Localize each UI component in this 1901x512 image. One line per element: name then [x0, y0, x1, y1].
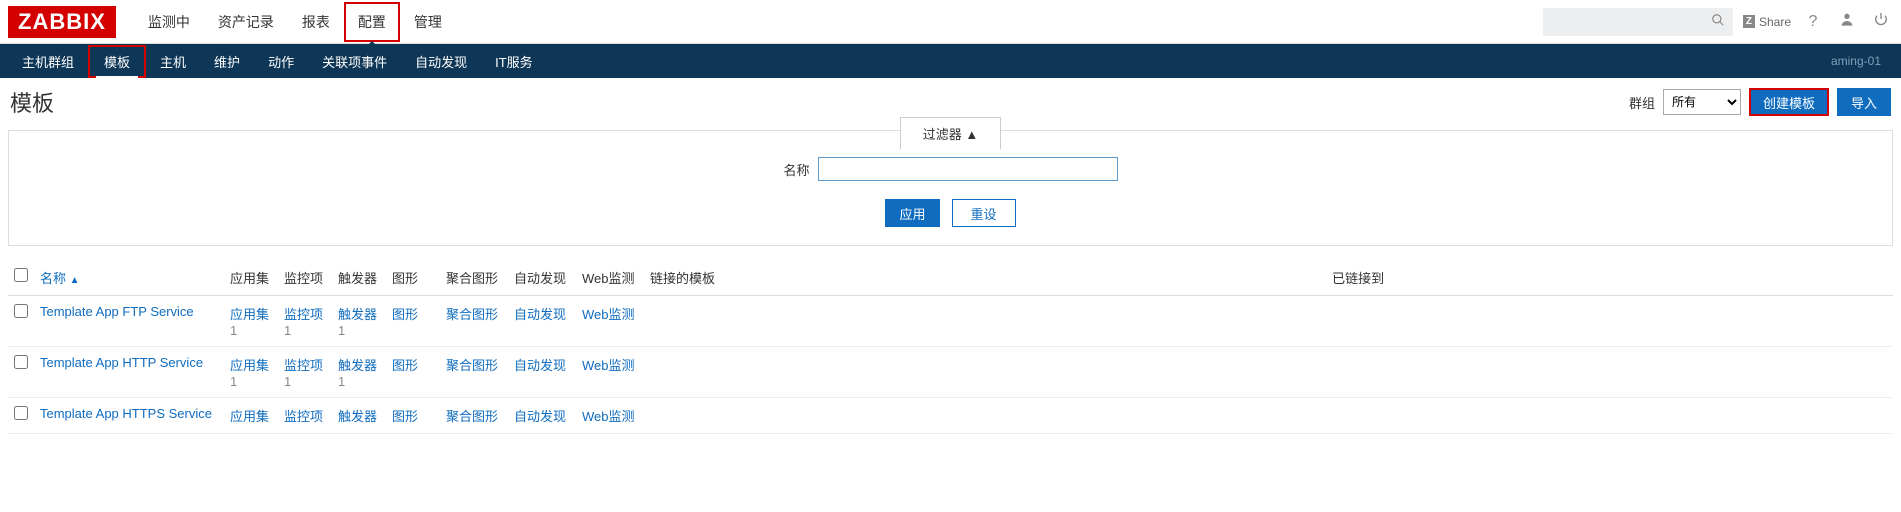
filter-section: 过滤器 ▲ 名称 应用 重设: [8, 130, 1893, 246]
row-checkbox[interactable]: [14, 304, 28, 318]
import-button[interactable]: 导入: [1837, 88, 1891, 116]
app-link[interactable]: 应用集: [230, 406, 272, 425]
sub-nav: 主机群组 模板 主机 维护 动作 关联项事件 自动发现 IT服务 aming-0…: [0, 44, 1901, 78]
sub-nav-maintenance[interactable]: 维护: [200, 44, 254, 79]
web-link[interactable]: Web监测: [582, 304, 638, 323]
filter-body: 名称 应用 重设: [9, 149, 1892, 245]
sub-nav-hosts[interactable]: 主机: [146, 44, 200, 79]
table-row: Template App FTP Service 应用集 1 监控项 1 触发器 1 图…: [8, 296, 1893, 347]
power-icon[interactable]: [1869, 11, 1893, 32]
top-nav-reports[interactable]: 报表: [288, 2, 344, 42]
item-link[interactable]: 监控项 1: [284, 355, 326, 389]
discovery-link[interactable]: 自动发现: [514, 304, 570, 323]
logo[interactable]: ZABBIX: [8, 6, 116, 38]
sub-nav-discovery[interactable]: 自动发现: [401, 44, 481, 79]
filter-name-input[interactable]: [818, 157, 1118, 181]
count: 1: [338, 323, 345, 338]
top-header: ZABBIX 监测中 资产记录 报表 配置 管理 Z Share ?: [0, 0, 1901, 44]
web-link[interactable]: Web监测: [582, 406, 638, 425]
col-header-name[interactable]: 名称 ▲: [34, 260, 224, 296]
sort-asc-icon: ▲: [70, 275, 80, 286]
graph-link[interactable]: 图形: [392, 406, 434, 425]
sub-nav-itservices[interactable]: IT服务: [481, 44, 547, 79]
share-button[interactable]: Z Share: [1743, 15, 1791, 29]
screen-link[interactable]: 聚合图形: [446, 355, 502, 374]
count: 1: [230, 374, 237, 389]
group-select[interactable]: 所有: [1663, 89, 1741, 115]
search-box[interactable]: [1543, 8, 1733, 36]
top-nav-monitoring[interactable]: 监测中: [134, 2, 204, 42]
table-header-row: 名称 ▲ 应用集 监控项 触发器 图形 聚合图形 自动发现 Web监测 链接的模…: [8, 260, 1893, 296]
top-nav: 监测中 资产记录 报表 配置 管理: [134, 2, 456, 42]
col-header-linkedto: 已链接到: [1326, 260, 1893, 296]
graph-link[interactable]: 图形: [392, 355, 434, 374]
top-nav-admin[interactable]: 管理: [400, 2, 456, 42]
filter-name-label: 名称: [783, 160, 809, 179]
col-header-graph: 图形: [386, 260, 440, 296]
col-header-name-label: 名称: [40, 271, 66, 286]
count: 1: [284, 323, 291, 338]
row-checkbox[interactable]: [14, 355, 28, 369]
sub-nav-correlation[interactable]: 关联项事件: [308, 44, 401, 79]
col-header-app: 应用集: [224, 260, 278, 296]
template-name-link[interactable]: Template App FTP Service: [40, 304, 194, 319]
filter-reset-button[interactable]: 重设: [952, 199, 1016, 227]
web-link[interactable]: Web监测: [582, 355, 638, 374]
filter-buttons: 应用 重设: [9, 199, 1892, 227]
col-header-linked: 链接的模板: [644, 260, 1326, 296]
user-icon[interactable]: [1835, 11, 1859, 32]
filter-apply-button[interactable]: 应用: [885, 199, 939, 227]
col-header-web: Web监测: [576, 260, 644, 296]
table-row: Template App HTTPS Service 应用集监控项触发器图形聚合图…: [8, 398, 1893, 434]
sub-nav-hostgroups[interactable]: 主机群组: [8, 44, 88, 79]
col-header-screen: 聚合图形: [440, 260, 508, 296]
trigger-link[interactable]: 触发器: [338, 406, 380, 425]
col-header-trigger: 触发器: [332, 260, 386, 296]
item-link[interactable]: 监控项: [284, 406, 326, 425]
item-link[interactable]: 监控项 1: [284, 304, 326, 338]
sub-nav-actions[interactable]: 动作: [254, 44, 308, 79]
screen-link[interactable]: 聚合图形: [446, 406, 502, 425]
count: 1: [230, 323, 237, 338]
discovery-link[interactable]: 自动发现: [514, 355, 570, 374]
app-link[interactable]: 应用集 1: [230, 304, 272, 338]
template-name-link[interactable]: Template App HTTP Service: [40, 355, 203, 370]
sub-nav-hostname: aming-01: [1831, 54, 1893, 68]
top-nav-configuration[interactable]: 配置: [344, 2, 400, 42]
search-icon: [1711, 13, 1725, 30]
page-title: 模板: [10, 86, 54, 118]
group-label: 群组: [1629, 93, 1655, 112]
select-all-checkbox[interactable]: [14, 268, 28, 282]
sub-nav-templates[interactable]: 模板: [88, 45, 146, 78]
trigger-link[interactable]: 触发器 1: [338, 304, 380, 338]
trigger-link[interactable]: 触发器 1: [338, 355, 380, 389]
zabbix-z-icon: Z: [1743, 15, 1755, 28]
app-link[interactable]: 应用集 1: [230, 355, 272, 389]
share-label: Share: [1759, 15, 1791, 29]
discovery-link[interactable]: 自动发现: [514, 406, 570, 425]
help-button[interactable]: ?: [1801, 13, 1825, 31]
top-nav-inventory[interactable]: 资产记录: [204, 2, 288, 42]
filter-tab[interactable]: 过滤器 ▲: [900, 117, 1001, 149]
filter-row: 名称: [9, 157, 1892, 181]
table-row: Template App HTTP Service 应用集 1 监控项 1 触发器 1…: [8, 347, 1893, 398]
col-header-discovery: 自动发现: [508, 260, 576, 296]
screen-link[interactable]: 聚合图形: [446, 304, 502, 323]
graph-link[interactable]: 图形: [392, 304, 434, 323]
count: 1: [284, 374, 291, 389]
row-checkbox[interactable]: [14, 406, 28, 420]
col-header-item: 监控项: [278, 260, 332, 296]
count: 1: [338, 374, 345, 389]
template-name-link[interactable]: Template App HTTPS Service: [40, 406, 212, 421]
top-right: Z Share ?: [1543, 8, 1893, 36]
filter-tab-row: 过滤器 ▲: [9, 131, 1892, 149]
templates-table: 名称 ▲ 应用集 监控项 触发器 图形 聚合图形 自动发现 Web监测 链接的模…: [8, 260, 1893, 434]
title-right: 群组 所有 创建模板 导入: [1629, 88, 1891, 116]
create-template-button[interactable]: 创建模板: [1749, 88, 1829, 116]
